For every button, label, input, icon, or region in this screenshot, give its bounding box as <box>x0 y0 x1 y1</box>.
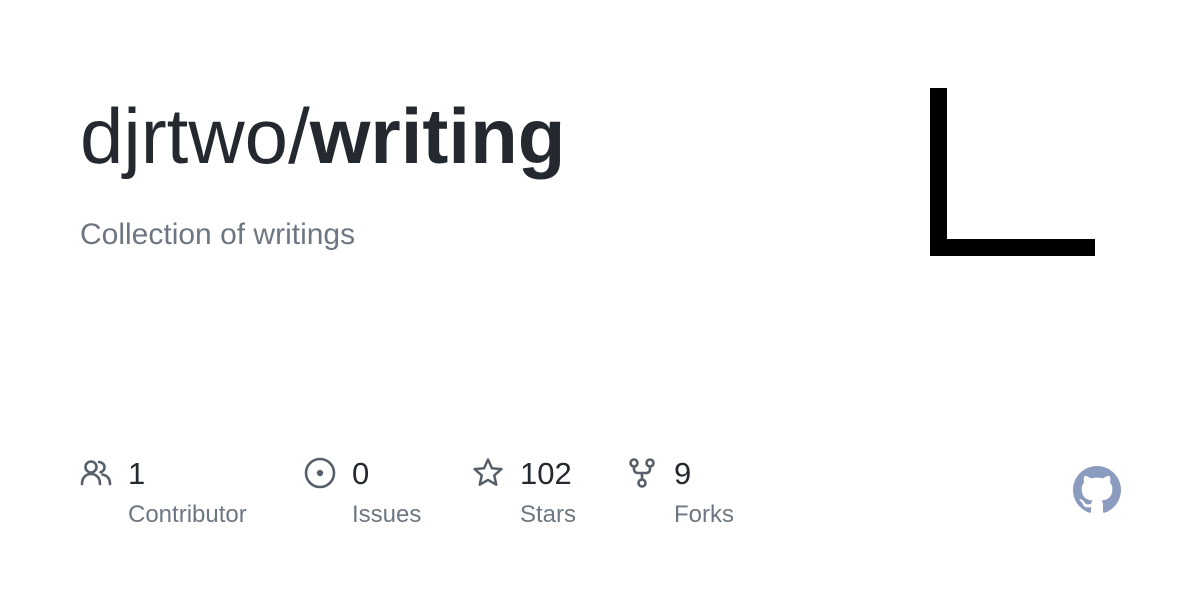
stat-contributors[interactable]: 1 Contributor <box>80 452 300 542</box>
fork-icon <box>629 458 655 488</box>
repo-title[interactable]: djrtwo/writing <box>80 84 565 188</box>
repo-description: Collection of writings <box>80 218 356 251</box>
issues-count: 0 <box>352 456 370 491</box>
issues-label: Issues <box>352 501 422 528</box>
issue-circle-icon <box>304 457 336 489</box>
stars-count: 102 <box>520 456 572 491</box>
repo-name[interactable]: writing <box>310 92 566 180</box>
contributors-count: 1 <box>128 456 146 491</box>
stat-forks[interactable]: 9 Forks <box>626 452 816 542</box>
people-icon <box>80 460 112 486</box>
stars-label: Stars <box>520 501 577 528</box>
forks-count: 9 <box>674 456 692 491</box>
owner-avatar <box>930 88 1095 256</box>
stat-stars[interactable]: 102 Stars <box>472 452 642 542</box>
repo-stats: 1 Contributor 0 Issues 102 Stars 9 Forks <box>80 452 880 542</box>
contributors-label: Contributor <box>128 501 247 528</box>
forks-label: Forks <box>674 501 734 528</box>
repo-social-card: djrtwo/writing Collection of writings 1 … <box>0 0 1200 600</box>
star-icon <box>473 458 503 486</box>
github-logo-icon[interactable] <box>1073 466 1121 514</box>
stat-issues[interactable]: 0 Issues <box>304 452 464 542</box>
repo-owner[interactable]: djrtwo/ <box>80 92 310 180</box>
